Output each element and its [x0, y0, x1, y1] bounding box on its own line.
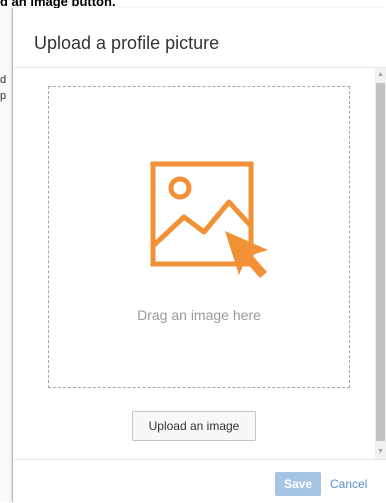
scroll-thumb[interactable]	[376, 83, 385, 441]
image-dropzone[interactable]: Drag an image here	[48, 86, 350, 388]
dialog-footer: Save Cancel	[13, 459, 386, 503]
dialog-header: Upload a profile picture	[13, 8, 386, 68]
dropzone-hint: Drag an image here	[137, 307, 261, 323]
vertical-scrollbar[interactable]: ▲ ▼	[375, 68, 386, 459]
upload-profile-dialog: Upload a profile picture Drag an image h…	[12, 8, 386, 503]
upload-image-button[interactable]: Upload an image	[132, 411, 256, 441]
save-button[interactable]: Save	[275, 472, 321, 496]
background-page: d p	[0, 8, 12, 502]
scroll-down-icon[interactable]: ▼	[375, 447, 386, 457]
scroll-up-icon[interactable]: ▲	[375, 70, 386, 80]
dialog-content: Drag an image here Upload an image	[13, 68, 375, 459]
background-text-fragment: p	[0, 90, 7, 102]
background-text-fragment: d	[0, 74, 7, 86]
image-drop-icon	[150, 161, 268, 278]
dialog-title: Upload a profile picture	[34, 33, 220, 53]
cancel-link[interactable]: Cancel	[330, 477, 367, 491]
